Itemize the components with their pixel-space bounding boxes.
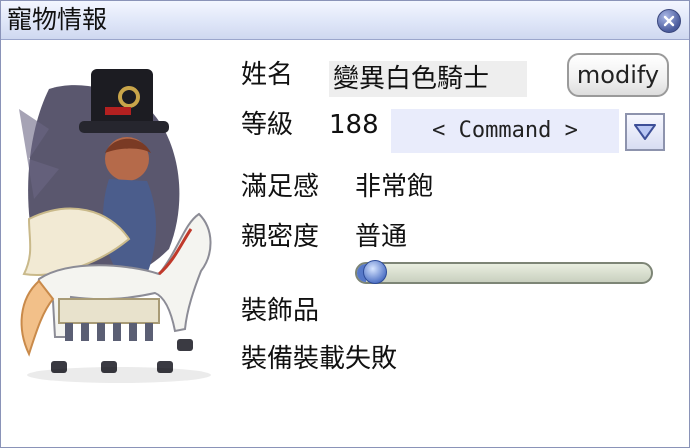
name-label: 姓名 xyxy=(241,60,294,90)
accessory-status: 裝備裝載失敗 xyxy=(241,344,398,374)
title-bar[interactable]: 寵物情報 xyxy=(1,1,689,40)
intimacy-label: 親密度 xyxy=(241,222,320,252)
pet-name-field: 變異白色騎士 xyxy=(329,61,527,97)
intimacy-bar xyxy=(355,262,653,284)
intimacy-value: 普通 xyxy=(355,222,408,252)
window-title: 寵物情報 xyxy=(7,5,108,34)
satiety-value: 非常飽 xyxy=(355,172,434,202)
chevron-down-icon xyxy=(634,124,656,140)
pet-portrait xyxy=(19,69,212,383)
modify-button[interactable]: modify xyxy=(567,53,669,97)
command-dropdown-button[interactable] xyxy=(625,113,665,151)
level-value: 188 xyxy=(329,110,379,140)
pet-info-window: 寵物情報 姓名 變異白色騎士 modify 等級 188 < Command >… xyxy=(0,0,690,448)
satiety-label: 滿足感 xyxy=(241,172,320,202)
level-label: 等級 xyxy=(241,110,294,140)
accessory-label: 裝飾品 xyxy=(241,296,320,326)
close-icon xyxy=(663,15,675,27)
close-button[interactable] xyxy=(657,9,681,33)
command-dropdown[interactable]: < Command > xyxy=(391,109,619,153)
